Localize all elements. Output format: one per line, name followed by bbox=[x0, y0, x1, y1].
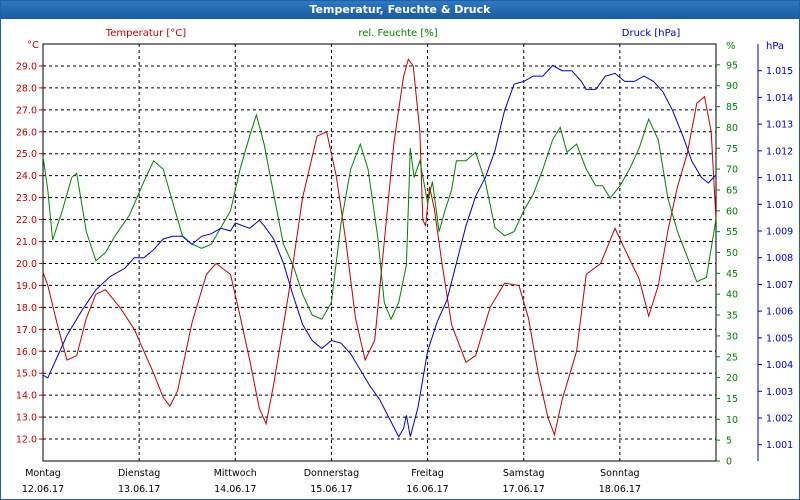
humidity-tick-label: 0 bbox=[726, 457, 732, 468]
pressure-tick-label: 1.006 bbox=[766, 307, 793, 318]
temperature-tick-label: 25.0 bbox=[16, 149, 37, 160]
x-tick-day: Mittwoch bbox=[214, 468, 257, 479]
x-tick-day: Freitag bbox=[411, 468, 444, 479]
temperature-tick-label: 12.0 bbox=[16, 435, 37, 446]
humidity-tick-label: 40 bbox=[726, 290, 738, 301]
pressure-tick-label: 1.009 bbox=[766, 226, 793, 237]
x-tick-date: 12.06.17 bbox=[22, 484, 64, 495]
x-tick-date: 13.06.17 bbox=[118, 484, 160, 495]
temperature-tick-label: 15.0 bbox=[16, 369, 37, 380]
humidity-tick-label: 85 bbox=[726, 102, 738, 113]
x-tick-date: 15.06.17 bbox=[310, 484, 352, 495]
temperature-tick-label: 27.0 bbox=[16, 105, 37, 116]
temperature-series-line bbox=[42, 58, 717, 437]
humidity-tick-label: 60 bbox=[726, 206, 738, 217]
humidity-tick-label: 15 bbox=[726, 394, 738, 405]
x-tick-day: Montag bbox=[25, 468, 61, 479]
temperature-axis-title: Temperatur [°C] bbox=[105, 28, 186, 39]
humidity-tick-label: 95 bbox=[726, 60, 738, 71]
temperature-tick-label: 17.0 bbox=[16, 325, 37, 336]
pressure-tick-label: 1.010 bbox=[766, 200, 793, 211]
humidity-tick-label: 10 bbox=[726, 415, 738, 426]
pressure-tick-label: 1.011 bbox=[766, 173, 793, 184]
humidity-tick-label: 55 bbox=[726, 227, 738, 238]
humidity-tick-label: 25 bbox=[726, 352, 738, 363]
x-tick-day: Sonntag bbox=[600, 468, 639, 479]
temperature-tick-label: 16.0 bbox=[16, 347, 37, 358]
pressure-tick-label: 1.002 bbox=[766, 413, 793, 424]
x-tick-day: Dienstag bbox=[118, 468, 160, 479]
x-tick-day: Samstag bbox=[503, 468, 545, 479]
humidity-tick-label: 20 bbox=[726, 373, 738, 384]
pressure-tick-label: 1.004 bbox=[766, 360, 793, 371]
pressure-tick-label: 1.013 bbox=[766, 120, 793, 131]
temperature-tick-label: 24.0 bbox=[16, 171, 37, 182]
humidity-axis-title: rel. Feuchte [%] bbox=[358, 28, 437, 39]
humidity-unit-label: % bbox=[726, 41, 736, 52]
humidity-tick-label: 5 bbox=[726, 436, 732, 447]
humidity-tick-label: 75 bbox=[726, 144, 738, 155]
pressure-tick-label: 1.008 bbox=[766, 253, 793, 264]
temperature-tick-label: 20.0 bbox=[16, 259, 37, 270]
temperature-tick-label: 21.0 bbox=[16, 237, 37, 248]
humidity-tick-label: 50 bbox=[726, 248, 738, 259]
temperature-tick-label: 19.0 bbox=[16, 281, 37, 292]
pressure-tick-label: 1.014 bbox=[766, 93, 793, 104]
chart-window: Temperatur, Feuchte & Druck Montag 12.06.… bbox=[0, 0, 800, 500]
pressure-tick-label: 1.015 bbox=[766, 66, 793, 77]
temperature-tick-label: 29.0 bbox=[16, 61, 37, 72]
series-lines bbox=[42, 58, 717, 438]
x-tick-date: 16.06.17 bbox=[406, 484, 448, 495]
humidity-tick-label: 90 bbox=[726, 81, 738, 92]
temperature-unit-label: °C bbox=[27, 40, 39, 51]
humidity-tick-label: 35 bbox=[726, 311, 738, 322]
humidity-tick-label: 80 bbox=[726, 123, 738, 134]
temperature-tick-label: 26.0 bbox=[16, 127, 37, 138]
x-tick-date: 18.06.17 bbox=[599, 484, 641, 495]
temperature-tick-label: 28.0 bbox=[16, 83, 37, 94]
humidity-tick-label: 30 bbox=[726, 331, 738, 342]
temperature-tick-label: 13.0 bbox=[16, 413, 37, 424]
pressure-unit-label: hPa bbox=[766, 41, 784, 52]
pressure-tick-label: 1.012 bbox=[766, 146, 793, 157]
humidity-tick-label: 65 bbox=[726, 185, 738, 196]
temperature-tick-label: 14.0 bbox=[16, 391, 37, 402]
pressure-tick-label: 1.003 bbox=[766, 387, 793, 398]
chart-canvas: Montag 12.06.17 Dienstag 13.06.17 Mittwoch 14… bbox=[16, 28, 793, 495]
x-tick-date: 14.06.17 bbox=[214, 484, 256, 495]
pressure-tick-label: 1.007 bbox=[766, 280, 793, 291]
temperature-tick-label: 23.0 bbox=[16, 193, 37, 204]
humidity-tick-label: 70 bbox=[726, 165, 738, 176]
temperature-tick-label: 18.0 bbox=[16, 303, 37, 314]
temperature-tick-label: 22.0 bbox=[16, 215, 37, 226]
x-tick-date: 17.06.17 bbox=[503, 484, 545, 495]
pressure-tick-label: 1.005 bbox=[766, 333, 793, 344]
humidity-tick-label: 45 bbox=[726, 269, 738, 280]
pressure-tick-label: 1.001 bbox=[766, 440, 793, 451]
x-tick-day: Donnerstag bbox=[304, 468, 359, 479]
pressure-axis-title: Druck [hPa] bbox=[622, 28, 681, 39]
